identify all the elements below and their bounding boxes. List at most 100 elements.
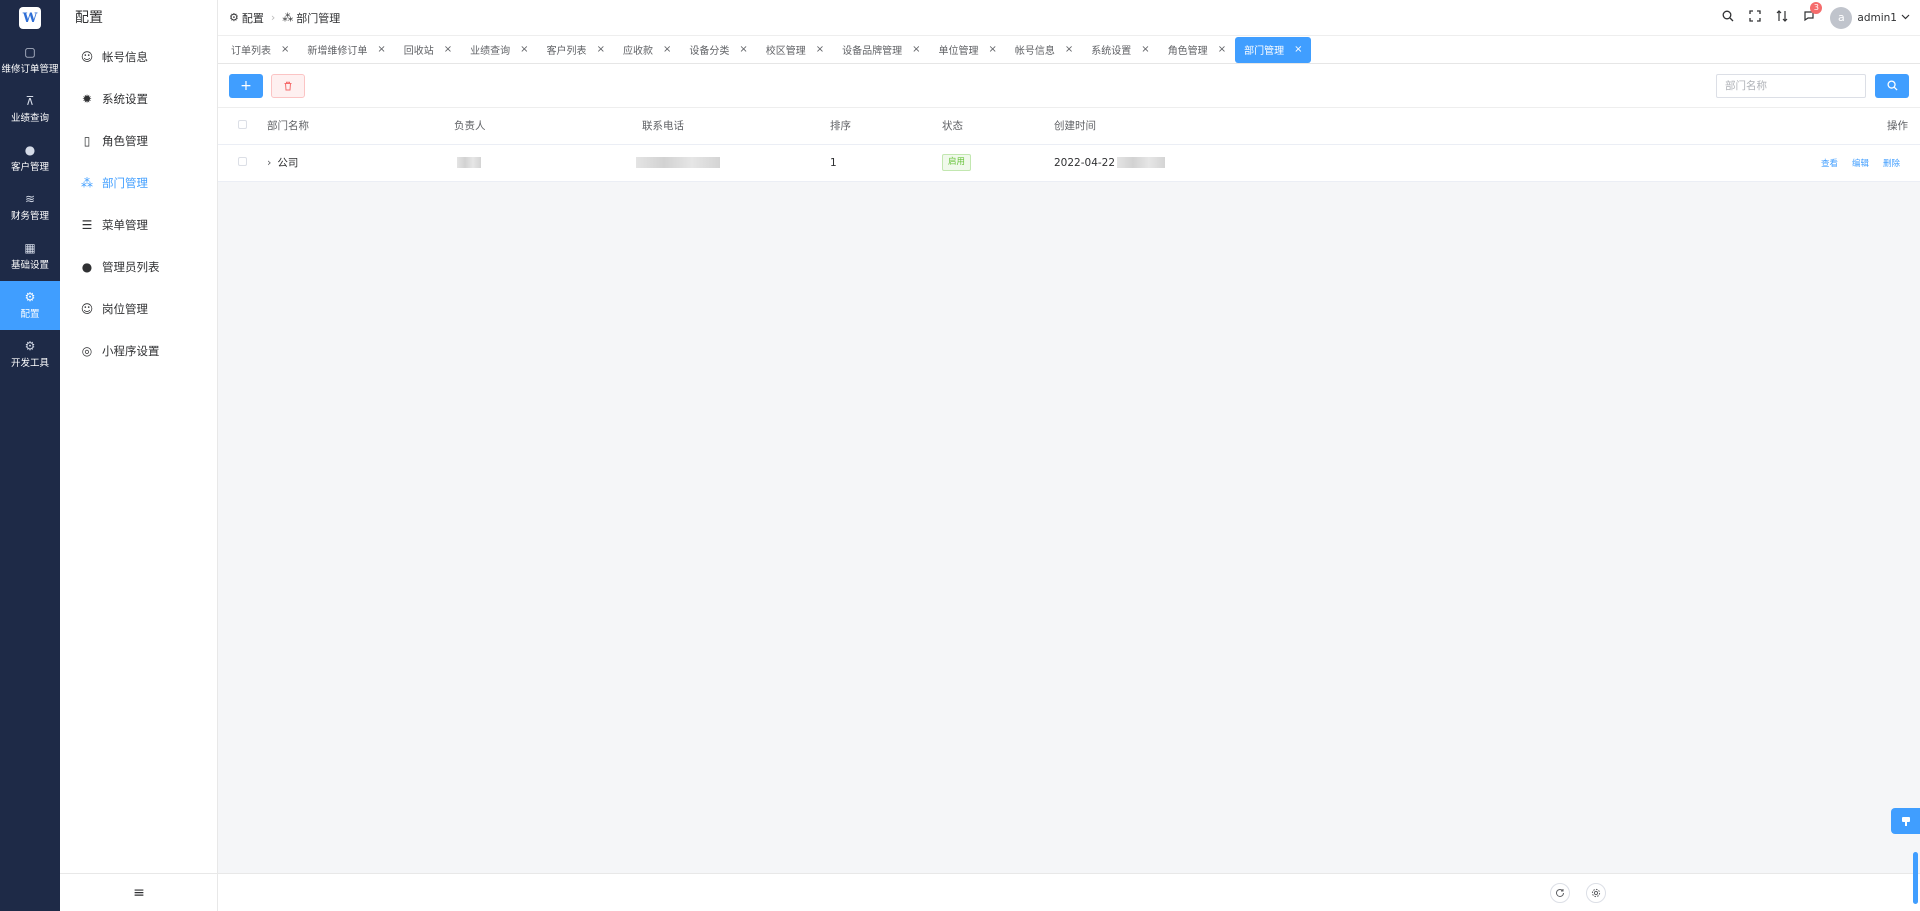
created-date: 2022-04-22: [1054, 156, 1116, 169]
department-name-search-input[interactable]: [1716, 73, 1866, 98]
grid-icon: ▦: [24, 241, 36, 255]
redacted-time: [1117, 157, 1166, 168]
cart-icon: ⊼: [25, 94, 35, 108]
gear-icon: ⚙: [24, 290, 36, 304]
rail-item-customers[interactable]: ● 客户管理: [0, 134, 60, 183]
tab-department-management[interactable]: 部门管理 ×: [1235, 36, 1312, 63]
refresh-button[interactable]: [1550, 883, 1570, 903]
logo[interactable]: W: [0, 0, 60, 36]
notification-badge: 3: [1810, 1, 1823, 14]
user-icon: ●: [81, 260, 93, 274]
search-button[interactable]: [1875, 73, 1909, 98]
message-icon[interactable]: 3: [1795, 1, 1823, 26]
tab-customer-list[interactable]: 客户列表 ×: [538, 37, 614, 63]
rail-item-label: 业绩查询: [10, 113, 49, 124]
float-tool-button[interactable]: [1891, 808, 1920, 834]
tab-unit[interactable]: 单位管理 ×: [930, 37, 1006, 63]
gear-icon: [1591, 888, 1601, 898]
breadcrumb: ⚙ 配置 › ⁂ 部门管理: [218, 10, 340, 26]
search-icon: [1886, 80, 1898, 91]
menu-item-miniprogram-settings[interactable]: ◎ 小程序设置: [60, 330, 217, 372]
delete-button[interactable]: [271, 73, 305, 98]
trash-icon: [284, 81, 292, 90]
tab-device-brand[interactable]: 设备品牌管理 ×: [833, 37, 929, 63]
close-icon[interactable]: ×: [1218, 44, 1226, 55]
menu-item-system-settings[interactable]: ✹ 系统设置: [60, 78, 217, 120]
menu-item-role-management[interactable]: ▯ 角色管理: [60, 120, 217, 162]
rail-item-finance[interactable]: ≋ 财务管理: [0, 183, 60, 232]
close-icon[interactable]: ×: [989, 44, 997, 55]
tab-recycle-bin[interactable]: 回收站 ×: [395, 37, 461, 63]
close-icon[interactable]: ×: [597, 44, 605, 55]
redacted-leader: [457, 157, 481, 168]
close-icon[interactable]: ×: [281, 44, 289, 55]
menu-item-menu-management[interactable]: ☰ 菜单管理: [60, 204, 217, 246]
menu-item-label: 系统设置: [102, 92, 148, 106]
rail-item-basic-settings[interactable]: ▦ 基础设置: [0, 232, 60, 281]
breadcrumb-item-config[interactable]: 配置: [242, 10, 264, 26]
footer: [218, 873, 1920, 911]
fullscreen-icon[interactable]: [1741, 9, 1768, 26]
close-icon[interactable]: ×: [739, 44, 747, 55]
tab-account-info[interactable]: 帐号信息 ×: [1006, 37, 1082, 63]
add-button[interactable]: +: [229, 73, 263, 98]
toolbar: +: [218, 64, 1920, 108]
close-icon[interactable]: ×: [444, 44, 452, 55]
tab-label: 单位管理: [938, 46, 979, 57]
close-icon[interactable]: ×: [912, 44, 920, 55]
close-icon[interactable]: ×: [1294, 44, 1302, 55]
chip-icon: ▢: [24, 45, 36, 59]
close-icon[interactable]: ×: [377, 44, 385, 55]
tab-new-repair-order[interactable]: 新增维修订单 ×: [298, 37, 394, 63]
tab-device-category[interactable]: 设备分类 ×: [680, 37, 756, 63]
close-icon[interactable]: ×: [816, 44, 824, 55]
close-icon[interactable]: ×: [663, 44, 671, 55]
close-icon[interactable]: ×: [520, 44, 528, 55]
dept-name: 公司: [277, 157, 299, 169]
menu-item-department-management[interactable]: ⁂ 部门管理: [60, 162, 217, 204]
sort-cell: 1: [830, 144, 942, 182]
tab-label: 系统设置: [1091, 46, 1132, 57]
rail-item-performance[interactable]: ⊼ 业绩查询: [0, 85, 60, 134]
scroll-handle[interactable]: [1913, 852, 1918, 904]
wechat-icon: ◎: [81, 344, 93, 358]
view-button[interactable]: 查看: [1821, 159, 1838, 169]
expand-arrow-icon[interactable]: ›: [267, 156, 271, 169]
menu-item-admin-list[interactable]: ● 管理员列表: [60, 246, 217, 288]
main-content: + 部门名称 负责人 联系电话 排序 状态 创建时间 操作: [218, 64, 1920, 873]
avatar[interactable]: a: [1830, 6, 1853, 29]
settings-button[interactable]: [1586, 883, 1606, 903]
logo-mark: W: [19, 7, 41, 29]
tab-performance[interactable]: 业绩查询 ×: [461, 37, 537, 63]
menu-item-account-info[interactable]: ☺ 帐号信息: [60, 36, 217, 78]
chevron-down-icon[interactable]: [1901, 13, 1910, 23]
search-icon[interactable]: [1714, 10, 1741, 26]
tab-system-settings[interactable]: 系统设置 ×: [1082, 37, 1158, 63]
org-tree-icon: ⁂: [282, 11, 294, 24]
close-icon[interactable]: ×: [1065, 44, 1073, 55]
edit-button[interactable]: 编辑: [1852, 159, 1869, 169]
close-icon[interactable]: ×: [1141, 44, 1149, 55]
column-header: 负责人: [454, 108, 642, 145]
tab-role-management[interactable]: 角色管理 ×: [1159, 37, 1235, 63]
column-header: 联系电话: [642, 108, 830, 145]
tab-receivables[interactable]: 应收款 ×: [614, 37, 680, 63]
username[interactable]: admin1: [1857, 12, 1897, 24]
org-tree-icon: ⁂: [81, 176, 93, 190]
tab-bar: 订单列表 × 新增维修订单 × 回收站 × 业绩查询 × 客户列表 × 应收款 × 设备分类…: [218, 36, 1920, 64]
collapse-menu-button[interactable]: ≡: [60, 873, 218, 911]
rail-item-repair-orders[interactable]: ▢ 维修订单管理: [0, 36, 60, 85]
tab-order-list[interactable]: 订单列表 ×: [222, 37, 298, 63]
rail-item-dev-tools[interactable]: ⚙ 开发工具: [0, 330, 60, 379]
menu-item-label: 菜单管理: [102, 218, 148, 232]
translate-icon[interactable]: [1768, 9, 1795, 26]
delete-row-button[interactable]: 删除: [1883, 159, 1900, 169]
menu-item-label: 小程序设置: [102, 344, 160, 358]
menu-item-post-management[interactable]: ☺ 岗位管理: [60, 288, 217, 330]
row-checkbox[interactable]: [238, 156, 247, 166]
rail-item-config[interactable]: ⚙ 配置: [0, 281, 60, 330]
tab-campus[interactable]: 校区管理 ×: [757, 37, 833, 63]
select-all-checkbox[interactable]: [238, 119, 247, 129]
column-header: 部门名称: [267, 108, 454, 145]
icon-rail: W ▢ 维修订单管理 ⊼ 业绩查询 ● 客户管理 ≋ 财务管理 ▦ 基础设置 ⚙ 配置 ⚙ 开…: [0, 0, 60, 911]
